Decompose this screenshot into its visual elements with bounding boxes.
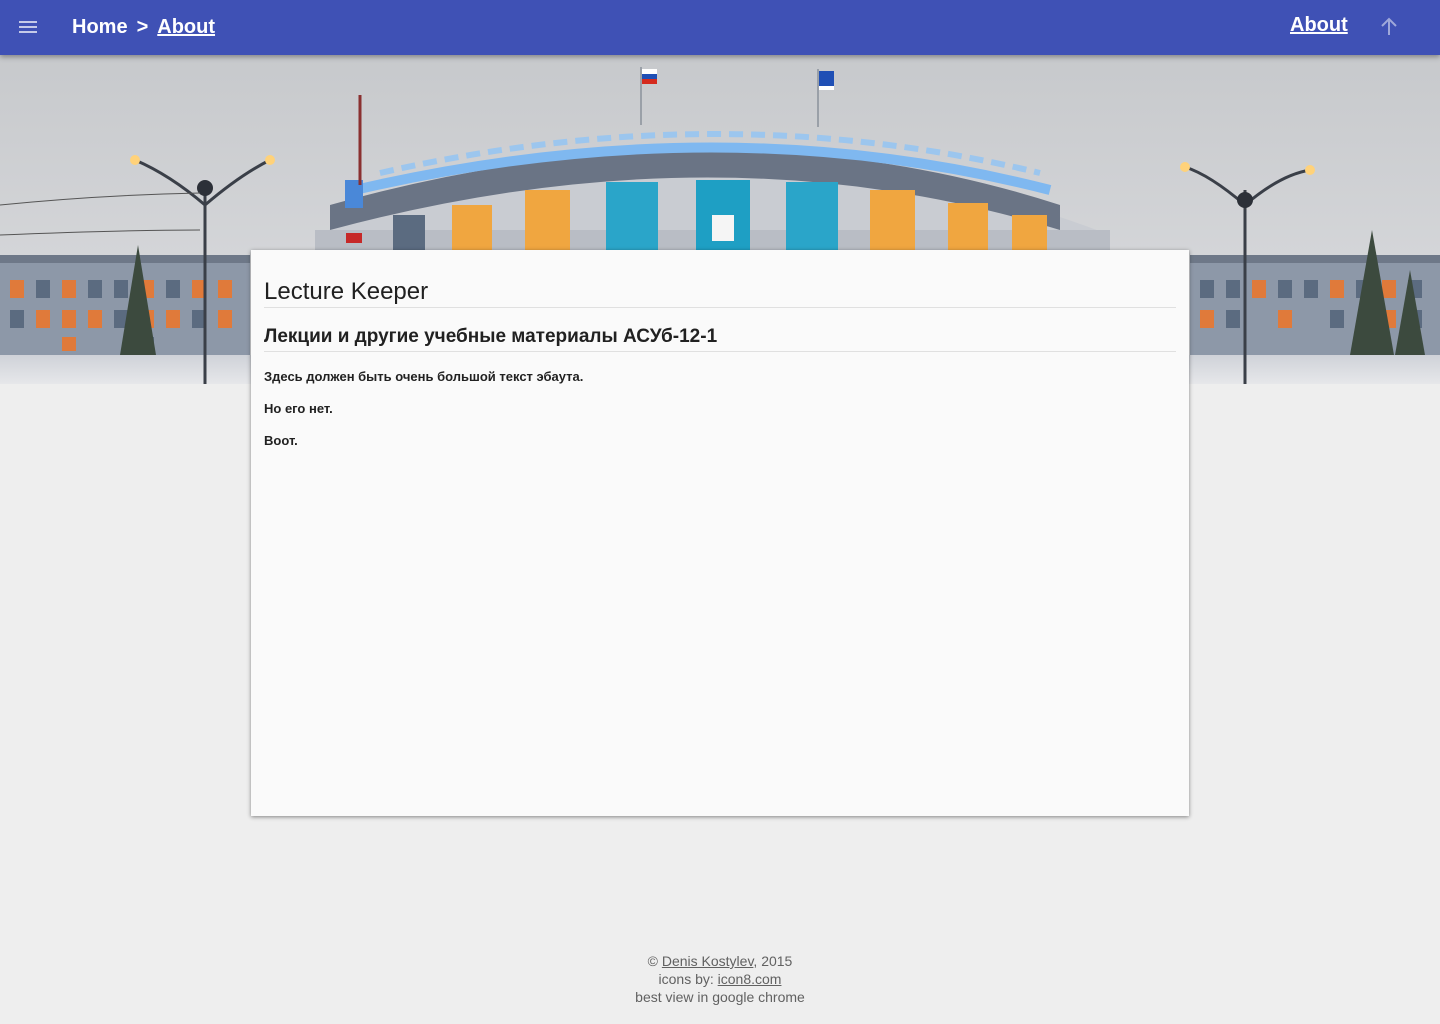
footer-copyright-line: © Denis Kostylev, 2015: [0, 952, 1440, 970]
nav-about-link[interactable]: About: [1290, 12, 1348, 38]
copyright-prefix: ©: [647, 953, 662, 969]
breadcrumb-home-link[interactable]: Home: [72, 14, 128, 40]
footer-best-view: best view in google chrome: [635, 989, 805, 1005]
hamburger-menu-icon[interactable]: [14, 13, 42, 41]
content-card: Lecture Keeper Лекции и другие учебные м…: [251, 250, 1189, 816]
icons-link[interactable]: icon8.com: [718, 971, 782, 987]
arrow-up-icon[interactable]: [1376, 14, 1402, 40]
author-link[interactable]: Denis Kostylev: [662, 953, 754, 969]
copyright-year: , 2015: [753, 953, 793, 969]
breadcrumb-separator: >: [136, 16, 149, 38]
card-paragraph: Здесь должен быть очень большой текст эб…: [264, 369, 584, 384]
breadcrumb-about-link[interactable]: About: [157, 14, 215, 40]
card-paragraph: Но его нет.: [264, 401, 333, 416]
card-subtitle: Лекции и другие учебные материалы АСУб-1…: [264, 324, 1176, 352]
footer: © Denis Kostylev, 2015 icons by: icon8.c…: [0, 952, 1440, 1006]
footer-icons-line: icons by: icon8.com: [0, 970, 1440, 988]
card-paragraph: Воот.: [264, 433, 298, 448]
page: Home > About About Lecture Keeper Лекции…: [0, 0, 1440, 1024]
icons-prefix: icons by:: [658, 971, 718, 987]
top-app-bar: Home > About About: [0, 0, 1440, 55]
card-title: Lecture Keeper: [264, 250, 1176, 308]
breadcrumb: Home > About: [72, 14, 215, 40]
